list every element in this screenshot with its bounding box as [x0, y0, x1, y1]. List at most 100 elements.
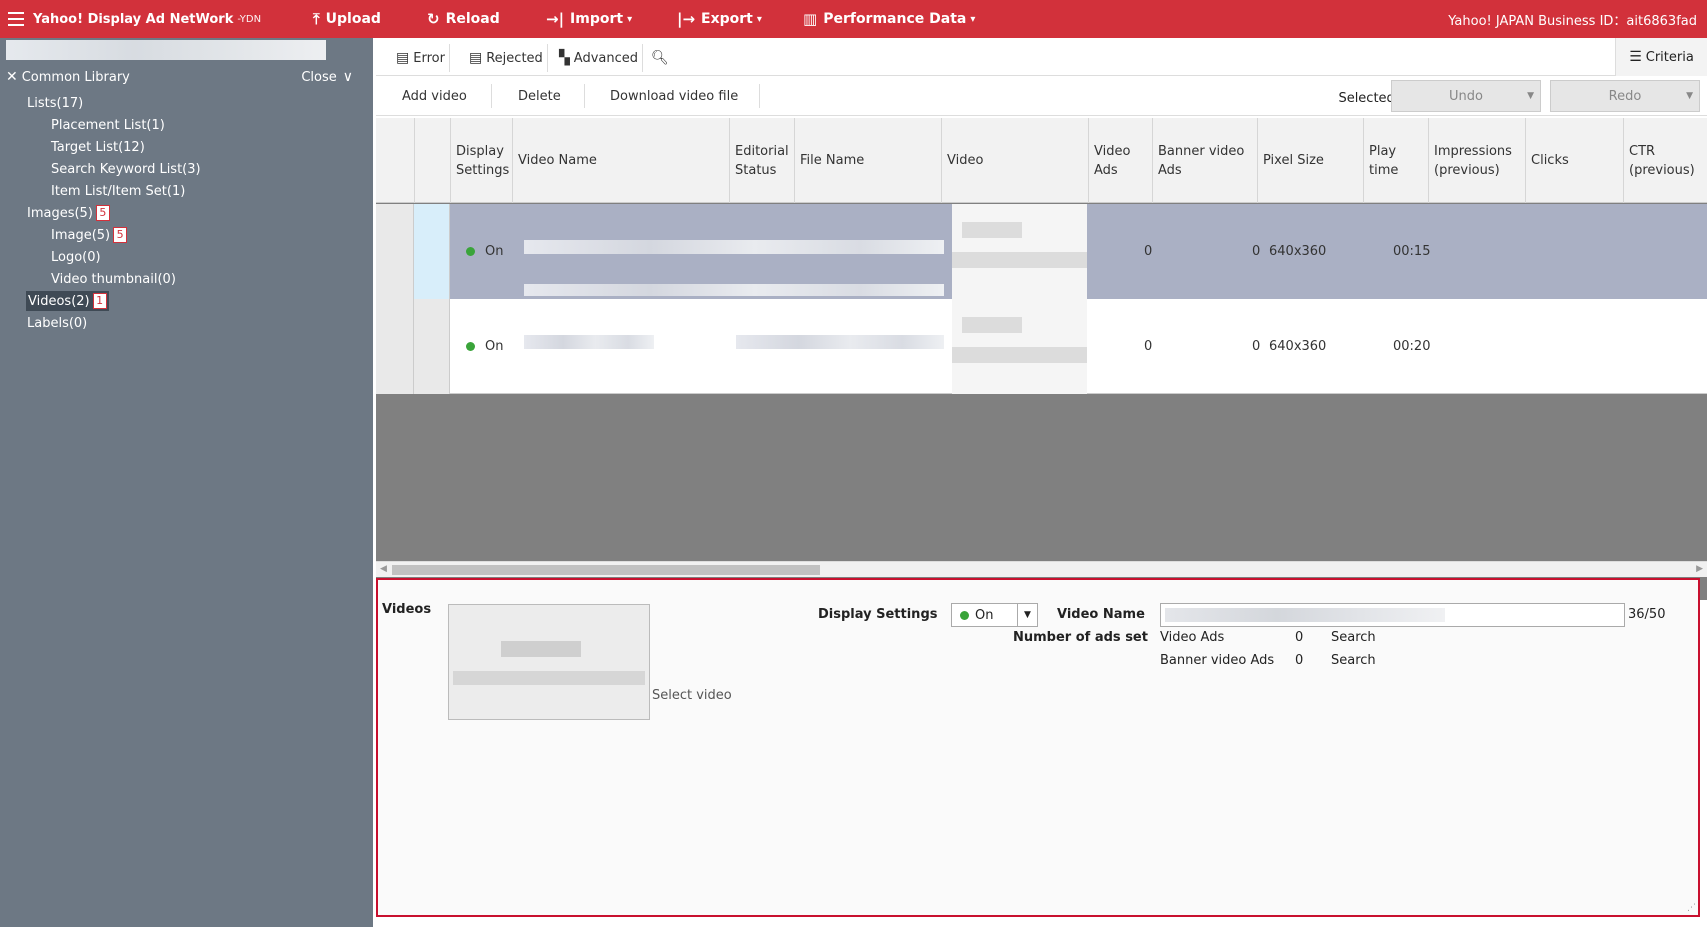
tree-item-search-keyword-list[interactable]: Search Keyword List(3): [51, 159, 201, 179]
chevron-down-icon: ▼: [1527, 91, 1534, 101]
upload-icon: ⤒: [313, 10, 320, 28]
add-video-button[interactable]: Add video: [402, 82, 467, 110]
header-video-ads[interactable]: Video Ads: [1088, 118, 1152, 203]
close-library-button[interactable]: Close ∨: [301, 69, 353, 85]
video-name-input[interactable]: [1160, 603, 1625, 627]
search-icon: 🔍︎: [651, 50, 669, 66]
import-icon: →|: [546, 10, 565, 28]
reload-label: Reload: [445, 11, 500, 27]
menu-icon[interactable]: [8, 12, 24, 26]
banner-video-ads-cell: 0: [1252, 244, 1261, 259]
display-settings-dropdown[interactable]: On ▼: [951, 603, 1038, 627]
advanced-label: Advanced: [573, 50, 638, 66]
video-thumbnail[interactable]: [952, 204, 1087, 299]
number-of-ads-set-label: Number of ads set: [1013, 630, 1148, 645]
search-button[interactable]: 🔍︎: [647, 44, 677, 72]
tree-item-placement-list[interactable]: Placement List(1): [51, 115, 165, 135]
tree-item-label: Placement List(1): [51, 117, 165, 133]
header-play-time[interactable]: Play time: [1363, 118, 1428, 203]
header-video[interactable]: Video: [941, 118, 1088, 203]
resize-handle-icon[interactable]: ⋰: [1687, 903, 1696, 913]
export-menu[interactable]: |→ Export ▾: [677, 0, 762, 38]
business-id: Yahoo! JAPAN Business ID：ait6863fad: [1448, 13, 1697, 29]
row-checkbox[interactable]: [414, 299, 450, 394]
chevron-down-icon[interactable]: ▼: [1017, 604, 1037, 626]
advanced-filter-button[interactable]: ▚ Advanced: [555, 44, 643, 72]
error-filter-button[interactable]: ▤ Error: [392, 44, 450, 72]
tree-item-logo[interactable]: Logo(0): [51, 247, 101, 267]
performance-label: Performance Data: [823, 11, 967, 27]
filter-bar: ▤ Error ▤ Rejected ▚ Advanced 🔍︎ ☰ Crite…: [376, 38, 1707, 76]
horizontal-scrollbar[interactable]: ◀ ▶: [376, 561, 1707, 577]
video-ads-search-link[interactable]: Search: [1331, 630, 1376, 645]
table-row[interactable]: On 0 0 640x360 00:20: [376, 299, 1707, 394]
banner-video-ads-label: Banner video Ads: [1160, 653, 1275, 668]
tree-item-labels[interactable]: Labels(0): [27, 313, 87, 333]
header-video-name[interactable]: Video Name: [512, 118, 729, 203]
export-label: Export: [701, 11, 753, 27]
header-pixel-size[interactable]: Pixel Size: [1257, 118, 1363, 203]
close-label: Close: [301, 69, 337, 85]
upload-button[interactable]: ⤒ Upload: [313, 0, 381, 38]
tree-item-images[interactable]: Images(5) 5: [27, 203, 110, 223]
banner-video-ads-search-link[interactable]: Search: [1331, 653, 1376, 668]
tree-item-label: Images(5): [27, 205, 93, 221]
video-ads-label: Video Ads: [1160, 630, 1225, 645]
performance-data-menu[interactable]: ▥ Performance Data ▾: [803, 0, 975, 38]
account-selector-blurred[interactable]: [6, 40, 326, 60]
count-badge: 5: [113, 227, 128, 243]
header-banner-video-ads[interactable]: Banner video Ads: [1152, 118, 1257, 203]
tree-item-lists[interactable]: Lists(17): [27, 93, 83, 113]
table-row[interactable]: On 0 0 640x360 00:15: [376, 204, 1707, 299]
redo-button[interactable]: Redo ▼: [1550, 80, 1700, 112]
video-ads-count: 0: [1295, 630, 1304, 645]
video-ads-cell: 0: [1144, 244, 1153, 259]
header-file-name[interactable]: File Name: [794, 118, 941, 203]
header-impressions[interactable]: Impressions (previous): [1428, 118, 1525, 203]
export-icon: |→: [677, 10, 696, 28]
tree-item-label: Logo(0): [51, 249, 101, 265]
advanced-icon: ▚: [559, 50, 570, 66]
name-char-count: 36/50: [1628, 607, 1666, 622]
scroll-left-icon[interactable]: ◀: [380, 564, 387, 574]
tree-item-target-list[interactable]: Target List(12): [51, 137, 145, 157]
header-ctr[interactable]: CTR (previous): [1623, 118, 1707, 203]
undo-label: Undo: [1449, 88, 1483, 104]
download-video-file-button[interactable]: Download video file: [610, 82, 738, 110]
video-name-blurred: [1165, 608, 1445, 622]
chevron-down-icon: ▾: [627, 13, 633, 25]
criteria-button[interactable]: ☰ Criteria: [1615, 38, 1707, 76]
scroll-right-icon[interactable]: ▶: [1696, 564, 1703, 574]
display-settings-cell[interactable]: On: [466, 204, 503, 299]
header-editorial-status[interactable]: Editorial Status: [729, 118, 794, 203]
header-display-settings[interactable]: Display Settings: [450, 118, 512, 203]
top-bar: Yahoo! Display Ad NetWork -YDN ⤒ Upload …: [0, 0, 1707, 38]
app-brand: Yahoo! Display Ad NetWork -YDN: [33, 0, 261, 38]
tree-item-label: Video thumbnail(0): [51, 271, 176, 287]
video-ads-cell: 0: [1144, 339, 1153, 354]
row-checkbox[interactable]: [414, 204, 450, 299]
row-gutter: [376, 299, 414, 394]
scrollbar-thumb[interactable]: [392, 565, 820, 575]
tree-item-label: Lists(17): [27, 95, 84, 111]
upload-label: Upload: [325, 11, 381, 27]
header-gutter: [376, 118, 414, 203]
delete-button[interactable]: Delete: [518, 82, 561, 110]
tree-item-image[interactable]: Image(5) 5: [51, 225, 128, 245]
rejected-filter-button[interactable]: ▤ Rejected: [465, 44, 548, 72]
header-clicks[interactable]: Clicks: [1525, 118, 1623, 203]
criteria-label: Criteria: [1645, 49, 1694, 65]
video-thumbnail[interactable]: [952, 299, 1087, 394]
reload-button[interactable]: ↻ Reload: [427, 0, 500, 38]
preview-blurred: [453, 609, 645, 715]
undo-button[interactable]: Undo ▼: [1391, 80, 1541, 112]
select-video-link[interactable]: Select video: [652, 688, 732, 703]
table-header: Display Settings Video Name Editorial St…: [376, 118, 1707, 203]
chevron-down-icon: ▾: [756, 13, 762, 25]
tree-item-item-list[interactable]: Item List/Item Set(1): [51, 181, 185, 201]
import-menu[interactable]: →| Import ▾: [546, 0, 632, 38]
header-checkbox[interactable]: [414, 118, 450, 203]
display-settings-cell[interactable]: On: [466, 299, 503, 394]
tree-item-videos[interactable]: Videos(2) 1: [26, 291, 109, 311]
tree-item-video-thumbnail[interactable]: Video thumbnail(0): [51, 269, 176, 289]
